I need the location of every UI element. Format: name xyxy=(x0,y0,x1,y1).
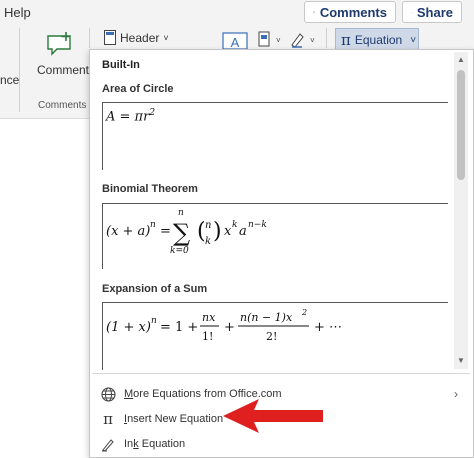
text-box-icon[interactable]: A xyxy=(222,32,248,50)
quick-parts-icon[interactable]: ˅ xyxy=(258,31,282,49)
chevron-right-icon: › xyxy=(454,387,458,401)
header-button[interactable]: Header ˅ xyxy=(104,30,169,45)
svg-text:n: n xyxy=(205,220,211,231)
svg-text:(1 + x): (1 + x) xyxy=(106,320,151,335)
share-button-label: Share xyxy=(416,4,453,20)
scroll-down-icon[interactable]: ▼ xyxy=(455,355,467,367)
gallery-scrollbar[interactable]: ▲ ▼ xyxy=(454,52,468,369)
equation-binomial-theorem[interactable]: (x + a) n = n ∑ k=0 ( n k ) x k a n−k xyxy=(102,203,448,269)
ribbon-divider xyxy=(19,28,20,112)
svg-text:= 1 +: = 1 + xyxy=(160,320,198,335)
svg-text:2!: 2! xyxy=(266,330,277,343)
annotation-arrow-icon xyxy=(223,399,323,433)
comments-group-label: Comments xyxy=(38,100,87,111)
ribbon-edge-label: nce xyxy=(0,73,20,87)
equation-title: Expansion of a Sum xyxy=(102,283,208,295)
svg-text:n: n xyxy=(150,220,156,230)
svg-text:): ) xyxy=(213,219,222,244)
header-icon xyxy=(104,30,116,45)
svg-text:k=0: k=0 xyxy=(170,246,189,256)
equation-area-of-circle[interactable]: A = πr2 xyxy=(102,102,448,170)
ribbon-divider xyxy=(89,28,90,48)
svg-text:=: = xyxy=(160,224,171,239)
equation-title: Area of Circle xyxy=(102,83,174,95)
svg-text:k: k xyxy=(232,220,237,230)
menu-divider xyxy=(92,373,470,374)
svg-text:n−k: n−k xyxy=(248,220,267,230)
svg-text:nx: nx xyxy=(202,311,216,324)
svg-text:∑: ∑ xyxy=(173,219,190,247)
equation-label: Equation xyxy=(354,33,403,47)
svg-text:k: k xyxy=(205,236,211,247)
builtin-heading: Built-In xyxy=(102,59,140,71)
formula-binomial-theorem: (x + a) n = n ∑ k=0 ( n k ) x k a n−k xyxy=(106,208,267,256)
svg-text:+ ⋯: + ⋯ xyxy=(314,320,342,335)
formula-area-of-circle: A = πr2 xyxy=(106,108,156,125)
comments-button[interactable]: Comments xyxy=(304,1,396,23)
scroll-up-icon[interactable]: ▲ xyxy=(455,54,467,66)
pi-icon: π xyxy=(341,31,351,49)
scroll-thumb[interactable] xyxy=(457,70,465,180)
ribbon-divider xyxy=(326,28,327,48)
svg-text:a: a xyxy=(239,224,247,239)
pi-icon: π xyxy=(103,410,113,428)
signature-icon[interactable]: ˅ xyxy=(290,31,318,49)
ink-icon xyxy=(96,437,120,452)
globe-icon xyxy=(96,386,120,402)
comment-plus-icon[interactable] xyxy=(46,32,74,56)
chevron-down-icon: ˅ xyxy=(163,32,169,43)
svg-text:n: n xyxy=(151,316,157,326)
svg-text:A: A xyxy=(231,35,240,50)
comments-button-label: Comments xyxy=(319,4,387,20)
header-label: Header xyxy=(120,30,160,45)
new-comment-button[interactable]: Comment xyxy=(37,63,89,77)
comment-icon xyxy=(313,11,315,13)
tab-help[interactable]: Help xyxy=(4,5,31,20)
svg-text:1!: 1! xyxy=(202,330,213,343)
equation-expansion-of-sum[interactable]: (1 + x) n = 1 + nx 1! + n(n − 1)x 2 2! +… xyxy=(102,302,448,370)
svg-text:(x + a): (x + a) xyxy=(106,224,150,239)
svg-text:n(n − 1)x: n(n − 1)x xyxy=(240,311,293,324)
svg-text:˅: ˅ xyxy=(276,36,281,45)
chevron-down-icon: ˅ xyxy=(410,34,417,46)
share-button[interactable]: Share xyxy=(402,1,462,23)
svg-text:˅: ˅ xyxy=(310,36,315,45)
svg-text:+: + xyxy=(224,320,235,335)
svg-text:n: n xyxy=(178,208,184,218)
svg-text:2: 2 xyxy=(301,308,307,317)
share-icon xyxy=(411,11,412,13)
svg-text:x: x xyxy=(224,224,232,239)
equation-title: Binomial Theorem xyxy=(102,183,198,195)
formula-expansion-of-sum: (1 + x) n = 1 + nx 1! + n(n − 1)x 2 2! +… xyxy=(106,308,342,343)
